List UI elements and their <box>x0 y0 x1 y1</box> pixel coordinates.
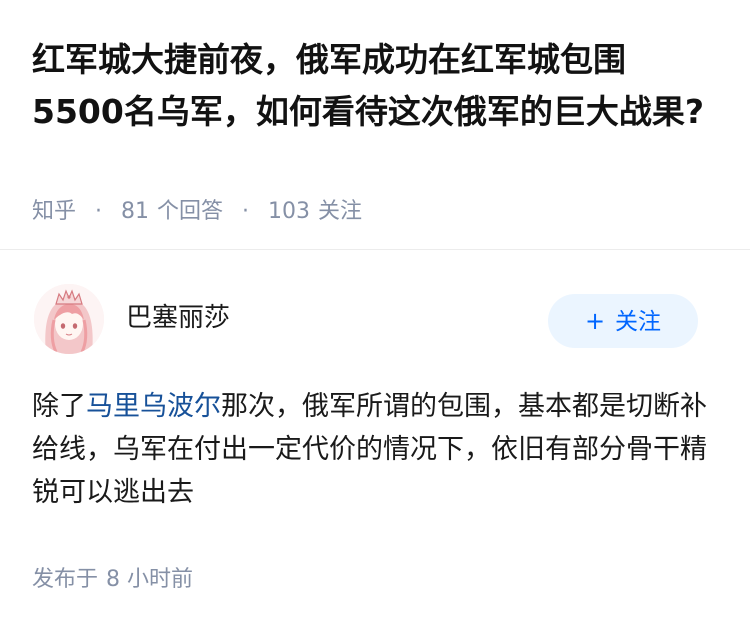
follower-count: 103 <box>268 199 311 224</box>
answer-count-unit: 个回答 <box>157 199 224 224</box>
follower-count-link[interactable]: 103 关注 <box>268 199 362 224</box>
publish-time: 发布于 8 小时前 <box>32 564 193 596</box>
anime-girl-avatar-icon <box>34 284 104 354</box>
answer-count: 81 <box>121 199 150 224</box>
author-name[interactable]: 巴塞丽莎 <box>126 300 230 336</box>
question-title[interactable]: 红军城大捷前夜，俄军成功在红军城包围5500名乌军，如何看待这次俄军的巨大战果? <box>32 34 712 138</box>
question-meta: 知乎 · 81 个回答 · 103 关注 <box>32 196 362 228</box>
source-label[interactable]: 知乎 <box>32 199 76 224</box>
answer-content[interactable]: 除了马里乌波尔那次，俄军所谓的包围，基本都是切断补给线，乌军在付出一定代价的情况… <box>32 385 722 514</box>
answer-count-link[interactable]: 81 个回答 <box>121 199 230 224</box>
follow-button[interactable]: + 关注 <box>548 294 698 348</box>
publish-label: 发布于 <box>32 567 99 592</box>
answer-text-prefix: 除了 <box>32 391 86 422</box>
avatar[interactable] <box>34 284 104 354</box>
plus-icon: + <box>584 307 606 335</box>
follower-count-unit: 关注 <box>318 199 363 224</box>
question-header: 红军城大捷前夜，俄军成功在红军城包围5500名乌军，如何看待这次俄军的巨大战果?… <box>0 0 750 250</box>
meta-separator: · <box>95 199 103 224</box>
author-row: 巴塞丽莎 + 关注 <box>0 250 750 370</box>
follow-button-label: 关注 <box>615 309 662 335</box>
mariupol-link[interactable]: 马里乌波尔 <box>86 391 221 422</box>
meta-separator: · <box>242 199 250 224</box>
publish-time-value: 8 小时前 <box>106 567 194 592</box>
